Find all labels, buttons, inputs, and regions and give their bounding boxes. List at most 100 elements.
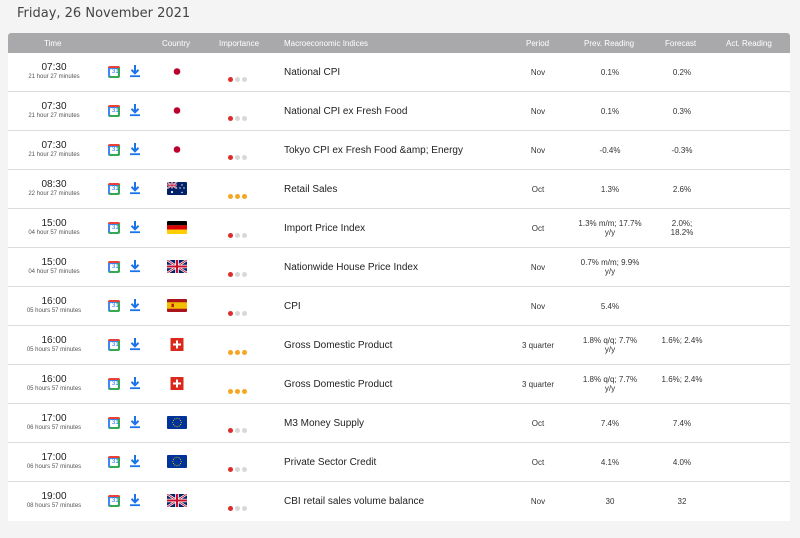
forecast-value: 1.6%; 2.4% <box>661 375 703 384</box>
table-row[interactable]: 15:00 04 hour 57 minutes 31 Nationwide Hous… <box>8 248 790 287</box>
calendar-icon-day: 31 <box>112 147 119 153</box>
importance-indicator <box>228 225 249 238</box>
table-row[interactable]: 19:00 08 hours 57 minutes 31 CBI retail sal… <box>8 482 790 521</box>
importance-dot <box>235 155 240 160</box>
prev-reading-value: 1.8% q/q; 7.7% y/y <box>582 375 638 393</box>
forecast-value: 1.6%; 2.4% <box>661 336 703 345</box>
indicator-name[interactable]: Nationwide House Price Index <box>284 262 418 273</box>
indicator-name[interactable]: National CPI <box>284 67 340 78</box>
event-time: 07:30 21 hour 27 minutes <box>24 101 84 120</box>
indicator-name[interactable]: Gross Domestic Product <box>284 340 392 351</box>
download-icon[interactable] <box>129 64 141 78</box>
importance-dot <box>235 311 240 316</box>
download-icon[interactable] <box>129 220 141 234</box>
importance-indicator <box>228 342 249 355</box>
calendar-icon[interactable]: 31 <box>108 105 120 117</box>
table-row[interactable]: 15:00 04 hour 57 minutes 31 Import Price In… <box>8 209 790 248</box>
calendar-icon-day: 31 <box>112 459 119 465</box>
calendar-icon[interactable]: 31 <box>108 378 120 390</box>
download-icon[interactable] <box>129 493 141 507</box>
importance-dot <box>235 272 240 277</box>
forecast-value: -0.3% <box>671 146 693 155</box>
table-row[interactable]: 17:00 06 hours 57 minutes 31 M3 Money Suppl… <box>8 404 790 443</box>
table-row[interactable]: 07:30 21 hour 27 minutes 31 National CPI ex… <box>8 92 790 131</box>
calendar-icon-day: 31 <box>112 225 119 231</box>
calendar-icon-day: 31 <box>112 381 119 387</box>
importance-dot <box>242 272 247 277</box>
importance-dot <box>228 116 233 121</box>
calendar-icon[interactable]: 31 <box>108 183 120 195</box>
importance-dot <box>235 77 240 82</box>
importance-dot <box>235 233 240 238</box>
column-header-period[interactable]: Period <box>526 39 549 48</box>
table-row[interactable]: 16:00 05 hours 57 minutes 31 CPI Nov 5.4% <box>8 287 790 326</box>
download-icon[interactable] <box>129 415 141 429</box>
calendar-icon[interactable]: 31 <box>108 339 120 351</box>
table-row[interactable]: 07:30 21 hour 27 minutes 31 National CPI Nov… <box>8 53 790 92</box>
column-header-importance[interactable]: Importance <box>219 39 259 48</box>
indicator-name[interactable]: Tokyo CPI ex Fresh Food &amp; Energy <box>284 145 463 156</box>
column-header-actual[interactable]: Act. Reading <box>726 39 772 48</box>
country-flag-uk-icon <box>167 260 187 273</box>
importance-indicator <box>228 303 249 316</box>
prev-reading-value: 1.8% q/q; 7.7% y/y <box>582 336 638 354</box>
prev-reading-value: 0.1% <box>600 107 620 116</box>
table-row[interactable]: 08:30 22 hour 27 minutes 31 Retail Sales Oct… <box>8 170 790 209</box>
event-countdown: 05 hours 57 minutes <box>26 386 82 392</box>
calendar-icon[interactable]: 31 <box>108 300 120 312</box>
event-countdown: 06 hours 57 minutes <box>26 425 82 431</box>
event-time: 15:00 04 hour 57 minutes <box>24 257 84 276</box>
period-value: Nov <box>530 263 546 272</box>
download-icon[interactable] <box>129 142 141 156</box>
download-icon[interactable] <box>129 103 141 117</box>
download-icon[interactable] <box>129 337 141 351</box>
event-countdown: 21 hour 27 minutes <box>28 74 80 80</box>
calendar-icon[interactable]: 31 <box>108 222 120 234</box>
importance-dot <box>228 350 233 355</box>
calendar-icon[interactable]: 31 <box>108 66 120 78</box>
event-time-value: 16:00 <box>41 335 67 346</box>
column-header-forecast[interactable]: Forecast <box>665 39 696 48</box>
indicator-name[interactable]: CPI <box>284 301 301 312</box>
table-row[interactable]: 16:00 05 hours 57 minutes 31 Gross Domestic… <box>8 365 790 404</box>
column-header-time[interactable]: Time <box>44 39 61 48</box>
event-time: 07:30 21 hour 27 minutes <box>24 140 84 159</box>
period-value: Oct <box>531 419 545 428</box>
calendar-icon-day: 31 <box>112 420 119 426</box>
indicator-name[interactable]: Private Sector Credit <box>284 457 376 468</box>
calendar-icon-day: 31 <box>112 264 119 270</box>
download-icon[interactable] <box>129 298 141 312</box>
prev-reading-value: 7.4% <box>600 419 620 428</box>
indicator-name[interactable]: CBI retail sales volume balance <box>284 496 424 507</box>
table-row[interactable]: 07:30 21 hour 27 minutes 31 Tokyo CPI ex Fr… <box>8 131 790 170</box>
download-icon[interactable] <box>129 259 141 273</box>
importance-dot <box>235 467 240 472</box>
prev-reading-value: 0.7% m/m; 9.9% y/y <box>580 258 640 276</box>
table-row[interactable]: 17:00 06 hours 57 minutes 31 Private Sector… <box>8 443 790 482</box>
period-value: Oct <box>531 458 545 467</box>
indicator-name[interactable]: Import Price Index <box>284 223 365 234</box>
calendar-icon[interactable]: 31 <box>108 144 120 156</box>
importance-indicator <box>228 69 249 82</box>
importance-dot <box>228 428 233 433</box>
column-header-indicator[interactable]: Macroeconomic Indices <box>284 39 368 48</box>
calendar-icon[interactable]: 31 <box>108 261 120 273</box>
download-icon[interactable] <box>129 376 141 390</box>
download-icon[interactable] <box>129 454 141 468</box>
calendar-icon[interactable]: 31 <box>108 456 120 468</box>
event-time-value: 07:30 <box>41 101 67 112</box>
column-header-prev[interactable]: Prev. Reading <box>584 39 634 48</box>
calendar-icon[interactable]: 31 <box>108 417 120 429</box>
event-countdown: 08 hours 57 minutes <box>26 503 82 509</box>
calendar-icon-day: 31 <box>112 69 119 75</box>
calendar-icon[interactable]: 31 <box>108 495 120 507</box>
calendar-icon-day: 31 <box>112 186 119 192</box>
indicator-name[interactable]: National CPI ex Fresh Food <box>284 106 407 117</box>
indicator-name[interactable]: Gross Domestic Product <box>284 379 392 390</box>
download-icon[interactable] <box>129 181 141 195</box>
importance-dot <box>235 350 240 355</box>
indicator-name[interactable]: Retail Sales <box>284 184 337 195</box>
table-row[interactable]: 16:00 05 hours 57 minutes 31 Gross Domestic… <box>8 326 790 365</box>
column-header-country[interactable]: Country <box>162 39 190 48</box>
indicator-name[interactable]: M3 Money Supply <box>284 418 364 429</box>
